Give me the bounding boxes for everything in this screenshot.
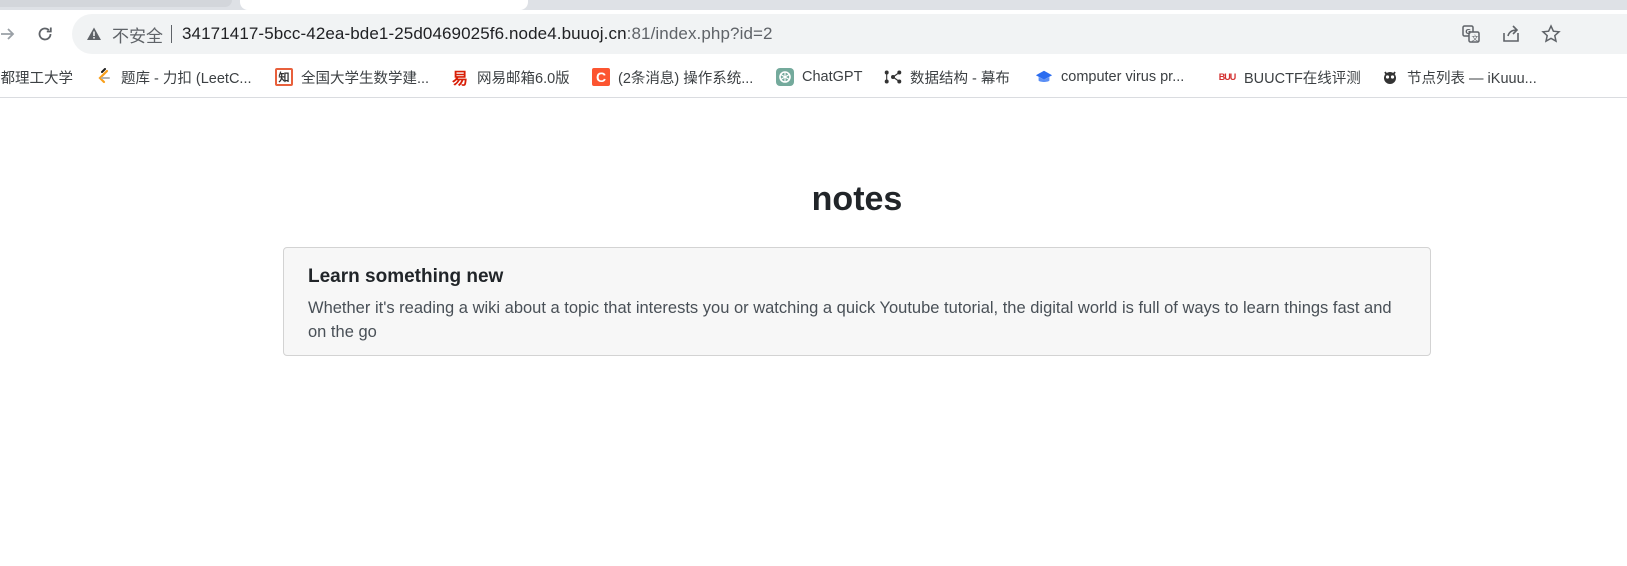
bookmark-item[interactable]: 易 网易邮箱6.0版 [451,60,570,94]
svg-text:文: 文 [1472,34,1479,43]
bookmark-label: 全国大学生数学建... [301,70,430,87]
zhi-icon: 知 [275,68,293,86]
bookmark-item[interactable]: 节点列表 — iKuuu... [1381,60,1537,94]
url-host: 34171417-5bcc-42ea-bde1-25d0469025f6.nod… [182,24,627,43]
note-card: Learn something new Whether it's reading… [283,247,1431,356]
bookmark-label: computer virus pr... [1061,69,1185,85]
bookmark-label: 成都理工大学 [0,70,73,87]
tab-strip [0,0,1627,10]
ikuuu-icon [1381,68,1399,86]
bookmark-item[interactable]: computer virus pr... [1035,60,1184,94]
note-title: Learn something new [308,266,504,287]
translate-icon[interactable]: G文 [1460,23,1482,45]
bookmark-label: BUUCTF在线评测 [1244,70,1361,87]
warning-triangle-icon[interactable] [86,26,102,42]
share-icon[interactable] [1500,23,1522,45]
chatgpt-icon [776,68,794,86]
svg-text:G: G [1465,28,1471,36]
bookmark-label: 网易邮箱6.0版 [477,70,570,87]
bookmarks-bar: 成都理工大学 题库 - 力扣 (LeetC... 知 全国大学生数学建... 易… [0,60,1627,98]
bookmark-star-icon[interactable] [1540,23,1562,45]
address-bar[interactable]: 不安全 34171417-5bcc-42ea-bde1-25d0469025f6… [72,14,1627,54]
bookmark-item[interactable]: C (2条消息) 操作系统... [592,60,753,94]
reload-icon[interactable] [31,20,59,48]
tab-inactive[interactable] [0,0,232,7]
virus-bookmark-icon [1035,68,1053,86]
page-title: notes [811,180,903,218]
bookmark-label: 节点列表 — iKuuu... [1407,70,1537,87]
address-bar-actions: G文 [1460,14,1562,54]
address-separator [171,25,172,43]
bookmark-item[interactable]: BUU BUUCTF在线评测 [1218,60,1361,94]
bookmark-item[interactable]: 成都理工大学 [0,60,73,94]
bookmark-item[interactable]: 题库 - 力扣 (LeetC... [95,60,252,94]
bookmark-label: (2条消息) 操作系统... [618,70,754,87]
note-text: Whether it's reading a wiki about a topi… [308,299,1392,341]
netease-mail-icon: 易 [451,71,468,88]
mubu-icon [884,68,902,86]
forward-arrow-icon[interactable] [0,20,22,48]
page-content: notes Learn something new Whether it's r… [0,98,1627,566]
bookmark-item[interactable]: 知 全国大学生数学建... [275,60,429,94]
csdn-icon: C [592,68,610,86]
buuctf-icon: BUU [1218,72,1237,82]
bookmark-item[interactable]: ChatGPT [776,60,862,94]
browser-toolbar: 不安全 34171417-5bcc-42ea-bde1-25d0469025f6… [0,10,1627,60]
url-text[interactable]: 34171417-5bcc-42ea-bde1-25d0469025f6.nod… [182,24,773,44]
url-path: :81/index.php?id=2 [626,24,773,43]
bookmark-label: 数据结构 - 幕布 [910,70,1010,87]
leetcode-icon [95,68,113,86]
bookmark-label: ChatGPT [802,69,863,85]
bookmark-label: 题库 - 力扣 (LeetC... [121,70,252,87]
bookmark-item[interactable]: 数据结构 - 幕布 [884,60,1010,94]
tab-active[interactable] [240,0,528,10]
security-label[interactable]: 不安全 [112,22,163,47]
